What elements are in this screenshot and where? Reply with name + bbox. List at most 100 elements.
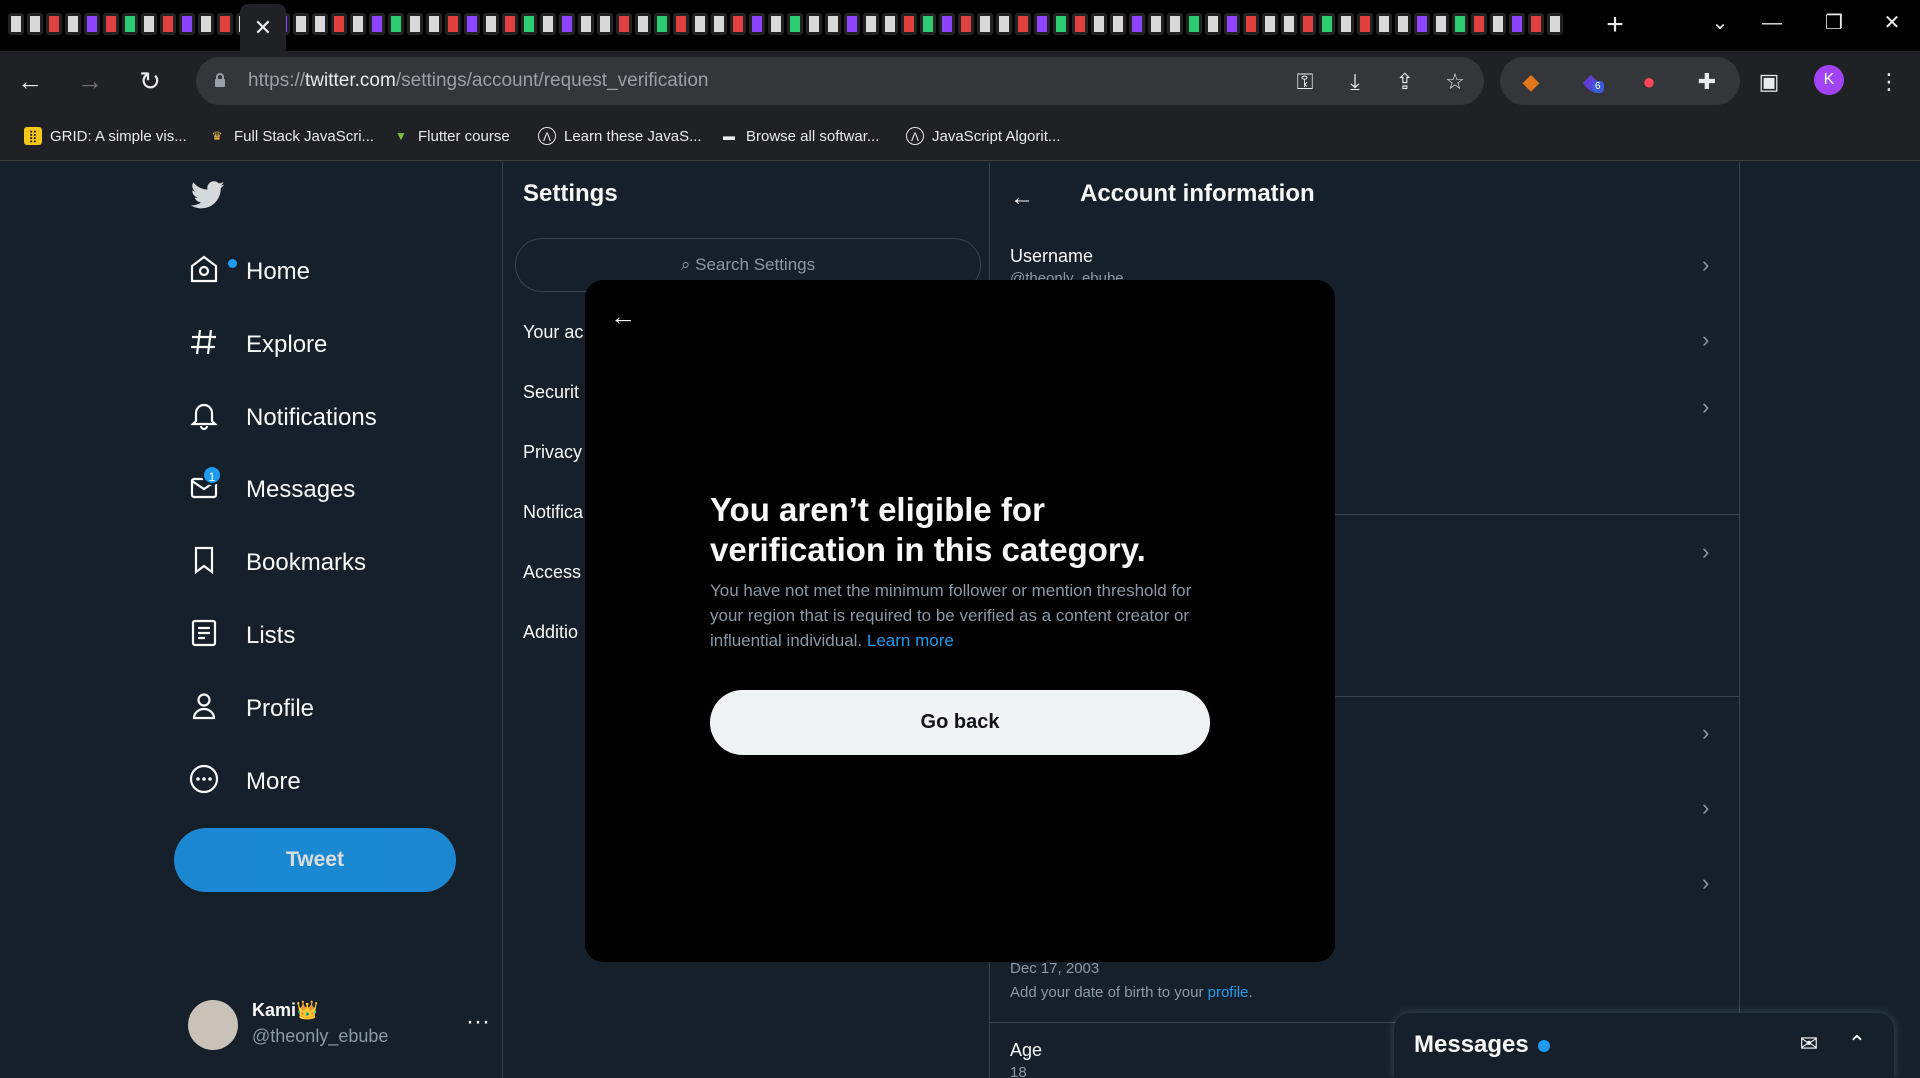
menu-icon[interactable]: ⋮ (1874, 67, 1904, 97)
tab-favicon[interactable] (502, 13, 518, 35)
install-icon[interactable]: ⤓ (1340, 67, 1370, 97)
tab-favicon[interactable] (1129, 13, 1145, 35)
tab-favicon[interactable] (483, 13, 499, 35)
forward-button[interactable]: → (72, 63, 108, 99)
tab-favicon[interactable] (1547, 13, 1563, 35)
tab-favicon[interactable] (616, 13, 632, 35)
tab-favicon[interactable] (730, 13, 746, 35)
tab-favicon[interactable] (901, 13, 917, 35)
tab-favicon[interactable] (293, 13, 309, 35)
tab-favicon[interactable] (977, 13, 993, 35)
tab-favicon[interactable] (1490, 13, 1506, 35)
url-text[interactable]: https://twitter.com/settings/account/req… (248, 70, 708, 92)
tab-favicon[interactable] (597, 13, 613, 35)
reload-button[interactable]: ↻ (132, 63, 168, 99)
tab-favicon[interactable] (787, 13, 803, 35)
tab-favicon[interactable] (65, 13, 81, 35)
key-icon[interactable]: ⚿ (1290, 67, 1320, 97)
tab-favicon[interactable] (825, 13, 841, 35)
tab-favicon[interactable] (1357, 13, 1373, 35)
tab-favicon[interactable] (388, 13, 404, 35)
tab-favicon[interactable] (8, 13, 24, 35)
tab-favicon[interactable] (179, 13, 195, 35)
tab-favicon[interactable] (578, 13, 594, 35)
tab-favicon[interactable] (654, 13, 670, 35)
bookmark-item[interactable]: ⣿ GRID: A simple vis... (24, 125, 187, 147)
metamask-extension-icon[interactable]: ◆ (1516, 67, 1546, 97)
tab-favicon[interactable] (711, 13, 727, 35)
tab-favicon[interactable] (1053, 13, 1069, 35)
star-icon[interactable]: ☆ (1440, 67, 1470, 97)
tab-favicon[interactable] (407, 13, 423, 35)
learn-more-link[interactable]: Learn more (867, 631, 954, 650)
tab-favicon[interactable] (27, 13, 43, 35)
tab-favicon[interactable] (958, 13, 974, 35)
tab-favicon[interactable] (882, 13, 898, 35)
tab-favicon[interactable] (331, 13, 347, 35)
tab-favicon[interactable] (160, 13, 176, 35)
bookmark-item[interactable]: ▼ Flutter course (392, 125, 510, 147)
new-message-icon[interactable]: ✉ (1794, 1029, 1824, 1059)
tab-favicon[interactable] (939, 13, 955, 35)
tab-favicon[interactable] (559, 13, 575, 35)
tab-favicon[interactable] (122, 13, 138, 35)
tab-favicon[interactable] (198, 13, 214, 35)
messages-drawer[interactable]: Messages ✉ ⌃ (1394, 1013, 1894, 1078)
bookmark-item[interactable]: ♛ Full Stack JavaScri... (208, 125, 374, 147)
bookmark-item[interactable]: Λ Learn these JavaS... (538, 125, 702, 147)
tab-favicon[interactable] (103, 13, 119, 35)
active-tab-close-button[interactable]: ✕ (240, 4, 286, 51)
share-icon[interactable]: ⇪ (1390, 67, 1420, 97)
tab-favicon[interactable] (1528, 13, 1544, 35)
tab-favicon[interactable] (1433, 13, 1449, 35)
profile-avatar[interactable]: K (1814, 65, 1844, 95)
tab-favicon[interactable] (692, 13, 708, 35)
bookmark-item[interactable]: ▬ Browse all softwar... (720, 125, 879, 147)
tab-favicon[interactable] (312, 13, 328, 35)
extension-icon[interactable]: ◆ 6 (1576, 67, 1606, 97)
tab-favicon[interactable] (749, 13, 765, 35)
tab-favicon[interactable] (635, 13, 651, 35)
tab-favicon[interactable] (141, 13, 157, 35)
lock-icon[interactable] (214, 72, 226, 88)
tab-favicon[interactable] (1186, 13, 1202, 35)
tab-search-icon[interactable]: ⌄ (1700, 8, 1740, 38)
tab-favicon[interactable] (84, 13, 100, 35)
address-bar[interactable]: https://twitter.com/settings/account/req… (196, 57, 1484, 105)
modal-back-arrow-icon[interactable]: ← (605, 298, 641, 334)
tab-favicon[interactable] (1414, 13, 1430, 35)
tab-favicon[interactable] (217, 13, 233, 35)
tab-favicon[interactable] (1471, 13, 1487, 35)
tab-favicon[interactable] (1110, 13, 1126, 35)
tab-favicon[interactable] (1072, 13, 1088, 35)
tab-favicon[interactable] (445, 13, 461, 35)
tab-favicon[interactable] (521, 13, 537, 35)
modal-overlay[interactable]: ← You aren’t eligible for verification i… (0, 162, 1920, 1078)
tab-favicon[interactable] (1395, 13, 1411, 35)
back-button[interactable]: ← (12, 63, 48, 99)
tab-favicon[interactable] (1338, 13, 1354, 35)
tab-favicon[interactable] (369, 13, 385, 35)
tab-favicon[interactable] (540, 13, 556, 35)
tab-favicon[interactable] (1015, 13, 1031, 35)
new-tab-button[interactable]: + (1598, 8, 1632, 42)
tab-favicon[interactable] (1034, 13, 1050, 35)
tab-favicon[interactable] (1452, 13, 1468, 35)
tab-favicon[interactable] (1262, 13, 1278, 35)
tab-favicon[interactable] (1509, 13, 1525, 35)
tab-favicon[interactable] (1281, 13, 1297, 35)
tab-favicon[interactable] (863, 13, 879, 35)
tab-favicon[interactable] (1148, 13, 1164, 35)
tab-favicon[interactable] (920, 13, 936, 35)
tab-favicon[interactable] (1205, 13, 1221, 35)
tab-favicon[interactable] (1224, 13, 1240, 35)
tab-favicon[interactable] (1319, 13, 1335, 35)
bookmark-item[interactable]: Λ JavaScript Algorit... (906, 125, 1060, 147)
tab-favicon[interactable] (1091, 13, 1107, 35)
red-extension-icon[interactable]: ● (1634, 67, 1664, 97)
tab-favicon[interactable] (1167, 13, 1183, 35)
restore-button[interactable]: ❐ (1814, 8, 1854, 38)
tab-favicon[interactable] (996, 13, 1012, 35)
close-window-button[interactable]: ✕ (1872, 8, 1912, 38)
puzzle-icon[interactable]: ✚ (1692, 67, 1722, 97)
